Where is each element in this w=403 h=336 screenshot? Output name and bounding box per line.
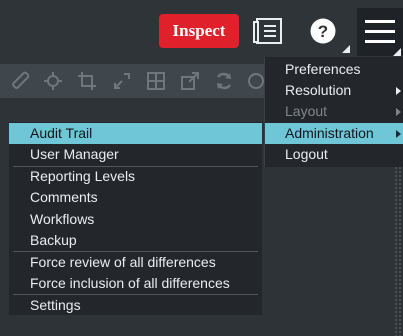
submenu-arrow-icon xyxy=(396,87,401,95)
menu-item-label: Resolution xyxy=(285,82,352,98)
submenu-item-label: Workflows xyxy=(30,211,95,227)
submenu-item-label: Settings xyxy=(30,297,81,313)
submenu-item-user-manager[interactable]: User Manager xyxy=(9,144,262,165)
submenu-item-comments[interactable]: Comments xyxy=(9,187,262,208)
submenu-item-force-inclusion[interactable]: Force inclusion of all differences xyxy=(9,273,262,294)
help-icon[interactable]: ? xyxy=(310,18,336,44)
submenu-item-label: User Manager xyxy=(30,146,119,162)
crop-icon[interactable] xyxy=(77,71,97,91)
notes-icon[interactable] xyxy=(253,16,283,46)
hamburger-menu-icon xyxy=(365,20,395,43)
administration-submenu: Audit Trail User Manager Reporting Level… xyxy=(9,122,262,315)
crosshair-icon[interactable] xyxy=(43,71,63,91)
submenu-item-label: Backup xyxy=(30,232,77,248)
caret-icon xyxy=(393,48,401,56)
ruler-icon[interactable] xyxy=(10,71,30,91)
submenu-arrow-icon xyxy=(396,108,401,116)
search-icon[interactable] xyxy=(246,71,266,91)
submenu-item-reporting-levels[interactable]: Reporting Levels xyxy=(9,166,262,187)
menu-item-resolution[interactable]: Resolution xyxy=(265,80,403,101)
svg-text:?: ? xyxy=(318,22,328,41)
top-bar: Inspect ? xyxy=(0,0,403,63)
expand-icon[interactable] xyxy=(112,71,132,91)
submenu-item-workflows[interactable]: Workflows xyxy=(9,209,262,230)
submenu-item-settings[interactable]: Settings xyxy=(9,295,262,316)
submenu-item-backup[interactable]: Backup xyxy=(9,230,262,251)
submenu-item-label: Audit Trail xyxy=(30,125,93,141)
submenu-arrow-icon xyxy=(396,130,401,138)
menu-item-label: Layout xyxy=(285,103,328,119)
inspect-button[interactable]: Inspect xyxy=(159,14,239,48)
menu-item-layout: Layout xyxy=(265,101,403,122)
menu-item-logout[interactable]: Logout xyxy=(265,144,403,165)
submenu-item-audit-trail[interactable]: Audit Trail xyxy=(9,123,262,144)
menu-item-label: Preferences xyxy=(285,61,361,77)
menu-item-label: Administration xyxy=(285,125,374,141)
submenu-item-force-review[interactable]: Force review of all differences xyxy=(9,252,262,273)
resize-icon[interactable] xyxy=(180,71,200,91)
menu-item-preferences[interactable]: Preferences xyxy=(265,59,403,80)
grid-icon[interactable] xyxy=(146,71,166,91)
submenu-item-label: Comments xyxy=(30,189,98,205)
tool-strip xyxy=(0,64,265,98)
submenu-item-label: Force inclusion of all differences xyxy=(30,275,230,291)
main-menu: Preferences Resolution Layout Administra… xyxy=(264,57,403,167)
caret-icon xyxy=(342,45,350,53)
submenu-item-label: Reporting Levels xyxy=(30,168,136,184)
menu-item-label: Logout xyxy=(285,146,328,162)
main-menu-button[interactable] xyxy=(357,8,403,56)
menu-item-administration[interactable]: Administration xyxy=(265,123,403,144)
refresh-icon[interactable] xyxy=(214,71,234,91)
submenu-item-label: Force review of all differences xyxy=(30,254,216,270)
